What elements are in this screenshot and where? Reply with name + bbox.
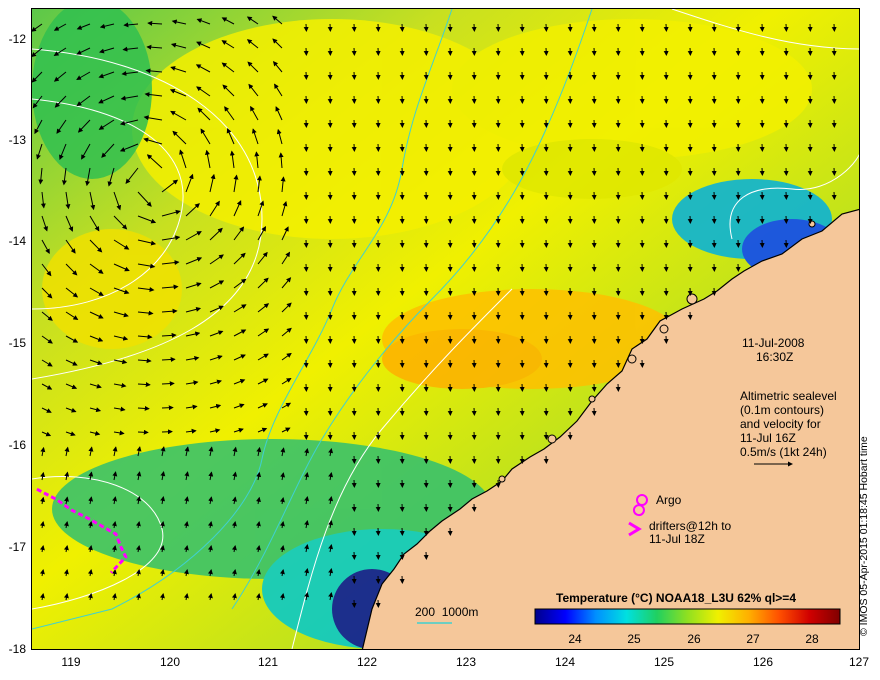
map-canvas	[32, 9, 859, 649]
date-label: 11-Jul-2008	[742, 336, 805, 350]
isobath-legend-label: 200 1000m	[415, 605, 479, 619]
lat-tick-label: -14	[8, 234, 26, 248]
drifters-label-2: 11-Jul 18Z	[649, 532, 705, 546]
altimetry-line-3: and velocity for	[740, 417, 821, 431]
velocity-arrow	[161, 381, 175, 387]
altimetry-line-2: (0.1m contours)	[740, 403, 825, 417]
lat-tick-label: -16	[8, 438, 26, 452]
lat-tick-label: -18	[8, 642, 26, 656]
velocity-arrow	[137, 405, 150, 411]
lon-tick-label: 121	[257, 655, 279, 669]
colorbar-tick-label: 24	[568, 632, 582, 646]
lat-tick-label: -12	[8, 32, 26, 46]
lat-tick-label: -13	[8, 133, 26, 147]
lon-tick-label: 126	[752, 655, 774, 669]
altimetry-line-4: 11-Jul 16Z	[740, 431, 796, 445]
colorbar-tick-label: 27	[746, 632, 760, 646]
imos-credit: © IMOS 05-Apr-2015 01:18:45 Hobart time	[858, 436, 870, 636]
lon-tick-label: 123	[455, 655, 477, 669]
velocity-arrow	[161, 357, 176, 363]
argo-label: Argo	[656, 493, 682, 507]
time-label: 16:30Z	[756, 350, 794, 364]
map-panel: 11-Jul-2008 16:30Z Altimetric sealevel (…	[31, 8, 860, 650]
velocity-arrow	[137, 429, 149, 435]
drifters-label-1: drifters@12h to	[649, 519, 732, 533]
lon-tick-label: 119	[61, 655, 81, 669]
altimetry-line-1: Altimetric sealevel	[740, 389, 837, 403]
altimetry-legend: Altimetric sealevel (0.1m contours) and …	[740, 389, 837, 459]
colorbar	[534, 608, 841, 625]
altimetry-line-5: 0.5m/s (1kt 24h)	[740, 445, 827, 459]
lon-tick-label: 124	[554, 655, 576, 669]
lon-tick-label: 125	[653, 655, 675, 669]
colorbar-tick-label: 26	[687, 632, 701, 646]
lat-tick-label: -15	[8, 336, 26, 350]
colorbar-tick-label: 25	[627, 632, 641, 646]
ocean-sst-map-figure: 11-Jul-2008 16:30Z Altimetric sealevel (…	[0, 0, 880, 680]
colorbar-tick-label: 28	[805, 632, 819, 646]
lon-tick-label: 120	[159, 655, 181, 669]
lon-tick-label: 127	[848, 655, 870, 669]
lon-tick-label: 122	[356, 655, 378, 669]
velocity-arrow	[161, 405, 174, 411]
lat-tick-label: -17	[8, 540, 26, 554]
colorbar-title: Temperature (°C) NOAA18_L3U 62% ql>=4	[556, 591, 796, 605]
